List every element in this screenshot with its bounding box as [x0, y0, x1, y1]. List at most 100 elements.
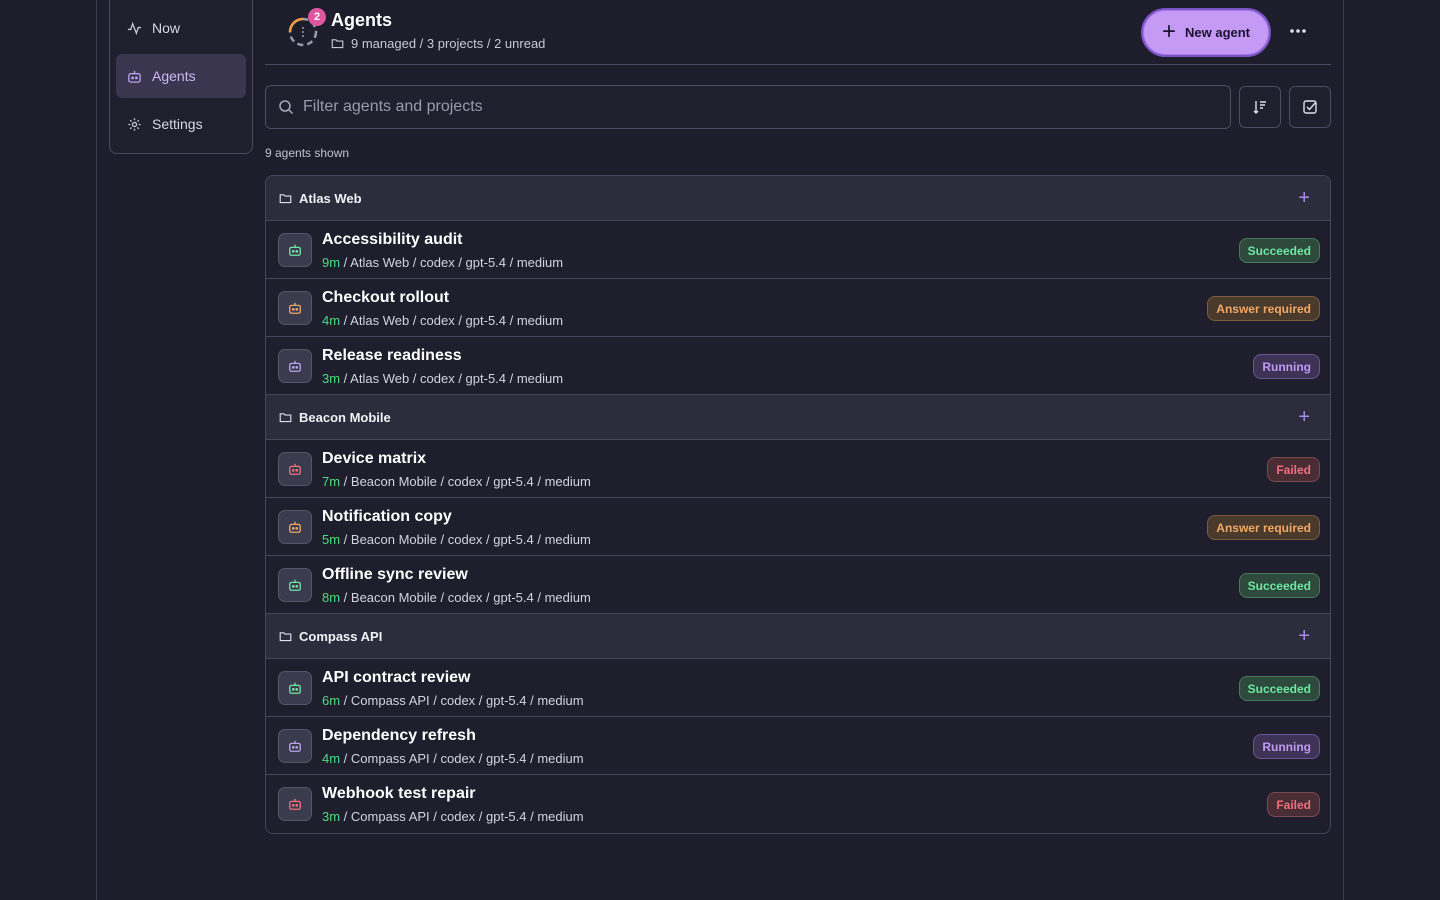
- sidebar-item-settings[interactable]: Settings: [116, 102, 246, 146]
- bot-icon: [278, 510, 312, 544]
- agent-meta: 3m / Compass API / codex / gpt-5.4 / med…: [322, 809, 584, 824]
- sidebar-item-label: Now: [152, 20, 181, 36]
- bot-icon: [278, 291, 312, 325]
- bot-icon: [128, 70, 141, 83]
- agent-row[interactable]: Release readiness 3m / Atlas Web / codex …: [266, 337, 1330, 395]
- page-header: 2 Agents 9 managed / 3 projects / 2 unre…: [265, 0, 1331, 65]
- bot-icon: [278, 233, 312, 267]
- project-group-header[interactable]: Compass API +: [266, 614, 1330, 659]
- status-badge: Succeeded: [1238, 238, 1320, 263]
- agent-meta: 4m / Atlas Web / codex / gpt-5.4 / mediu…: [322, 313, 563, 328]
- agent-age: 3m: [322, 371, 341, 386]
- bot-icon: [278, 452, 312, 486]
- agent-age: 4m: [322, 313, 341, 328]
- agent-meta: 4m / Compass API / codex / gpt-5.4 / med…: [322, 751, 584, 766]
- new-agent-label: New agent: [1185, 25, 1251, 40]
- filter-box: [265, 85, 1231, 129]
- add-agent-to-project-button[interactable]: +: [1298, 407, 1310, 427]
- status-badge: Failed: [1267, 792, 1320, 817]
- folder-icon: [279, 631, 292, 641]
- agent-name: API contract review: [322, 669, 471, 686]
- folder-icon: [279, 193, 292, 203]
- status-badge: Failed: [1267, 457, 1320, 482]
- sidebar-item-label: Agents: [152, 68, 196, 84]
- more-horizontal-icon: [1290, 29, 1306, 33]
- project-group-header[interactable]: Atlas Web +: [266, 176, 1330, 221]
- bot-icon: [278, 568, 312, 602]
- new-agent-button[interactable]: + New agent: [1141, 8, 1271, 57]
- agent-age: 9m: [322, 255, 341, 270]
- agent-name: Webhook test repair: [322, 785, 476, 802]
- agent-details: / Beacon Mobile / codex / gpt-5.4 / medi…: [340, 590, 591, 605]
- status-badge: Running: [1253, 734, 1320, 759]
- agent-name: Device matrix: [322, 450, 427, 467]
- bot-icon: [278, 671, 312, 705]
- agent-details: / Beacon Mobile / codex / gpt-5.4 / medi…: [340, 474, 591, 489]
- activity-icon: [127, 21, 142, 35]
- agent-name: Checkout rollout: [322, 289, 450, 306]
- project-group-header[interactable]: Beacon Mobile +: [266, 395, 1330, 440]
- plus-icon: +: [1161, 17, 1176, 45]
- agent-details: / Compass API / codex / gpt-5.4 / medium: [340, 693, 584, 708]
- agent-row[interactable]: Webhook test repair 3m / Compass API / co…: [266, 775, 1330, 833]
- more-options-button[interactable]: [1287, 20, 1309, 42]
- agent-meta: 5m / Beacon Mobile / codex / gpt-5.4 / m…: [322, 532, 591, 547]
- project-name: Compass API: [299, 628, 383, 644]
- sidebar-item-label: Settings: [152, 116, 203, 132]
- agent-row[interactable]: Checkout rollout 4m / Atlas Web / codex /…: [266, 279, 1330, 337]
- bot-icon: [278, 349, 312, 383]
- project-name: Beacon Mobile: [299, 409, 391, 425]
- search-icon: [279, 100, 294, 115]
- filter-input[interactable]: [303, 98, 1203, 116]
- agent-row[interactable]: Offline sync review 8m / Beacon Mobile / …: [266, 556, 1330, 614]
- sidebar-item-agents[interactable]: Agents: [116, 54, 246, 98]
- gear-icon: [128, 117, 141, 131]
- status-badge: Running: [1253, 354, 1320, 379]
- status-badge: Succeeded: [1238, 676, 1320, 701]
- add-agent-to-project-button[interactable]: +: [1298, 188, 1310, 208]
- agent-age: 6m: [322, 693, 341, 708]
- agent-meta: 6m / Compass API / codex / gpt-5.4 / med…: [322, 693, 584, 708]
- agent-name: Notification copy: [322, 508, 452, 525]
- agent-name: Offline sync review: [322, 566, 468, 583]
- agent-details: / Compass API / codex / gpt-5.4 / medium: [340, 751, 584, 766]
- project-name: Atlas Web: [299, 190, 362, 206]
- agent-meta: 3m / Atlas Web / codex / gpt-5.4 / mediu…: [322, 371, 563, 386]
- page-title: Agents: [331, 10, 393, 30]
- agent-row[interactable]: Accessibility audit 9m / Atlas Web / code…: [266, 221, 1330, 279]
- sort-button[interactable]: [1239, 86, 1281, 128]
- select-mode-button[interactable]: [1289, 86, 1331, 128]
- status-badge: Succeeded: [1238, 573, 1320, 598]
- agent-details: / Compass API / codex / gpt-5.4 / medium: [340, 809, 584, 824]
- status-badge: Answer required: [1207, 296, 1320, 321]
- sidebar: Now Agents Settings: [109, 0, 253, 154]
- agent-age: 8m: [322, 590, 341, 605]
- agent-meta: 7m / Beacon Mobile / codex / gpt-5.4 / m…: [322, 474, 591, 489]
- unread-badge: 2: [308, 8, 326, 26]
- subtitle-text: 9 managed / 3 projects / 2 unread: [351, 36, 546, 51]
- agent-details: / Beacon Mobile / codex / gpt-5.4 / medi…: [340, 532, 591, 547]
- sidebar-item-now[interactable]: Now: [116, 6, 246, 50]
- agent-row[interactable]: Dependency refresh 4m / Compass API / cod…: [266, 717, 1330, 775]
- sort-icon: [1253, 101, 1266, 114]
- agent-name: Accessibility audit: [322, 231, 463, 248]
- agent-details: / Atlas Web / codex / gpt-5.4 / medium: [340, 255, 564, 270]
- agent-count: 9 agents shown: [265, 146, 350, 160]
- agent-details: / Atlas Web / codex / gpt-5.4 / medium: [340, 313, 564, 328]
- agent-row[interactable]: API contract review 6m / Compass API / co…: [266, 659, 1330, 717]
- agent-name: Release readiness: [322, 347, 462, 364]
- agent-row[interactable]: Device matrix 7m / Beacon Mobile / codex …: [266, 440, 1330, 498]
- agent-row[interactable]: Notification copy 5m / Beacon Mobile / co…: [266, 498, 1330, 556]
- bot-icon: [278, 787, 312, 821]
- agent-meta: 9m / Atlas Web / codex / gpt-5.4 / mediu…: [322, 255, 563, 270]
- add-agent-to-project-button[interactable]: +: [1298, 626, 1310, 646]
- status-badge: Answer required: [1207, 515, 1320, 540]
- agent-list: Atlas Web + Accessibility audit 9m / Atlas …: [265, 175, 1331, 834]
- agent-age: 3m: [322, 809, 341, 824]
- agent-details: / Atlas Web / codex / gpt-5.4 / medium: [340, 371, 564, 386]
- folder-icon: [331, 39, 344, 49]
- agent-name: Dependency refresh: [322, 727, 476, 744]
- agent-age: 7m: [322, 474, 341, 489]
- agent-age: 5m: [322, 532, 341, 547]
- bot-icon: [278, 729, 312, 763]
